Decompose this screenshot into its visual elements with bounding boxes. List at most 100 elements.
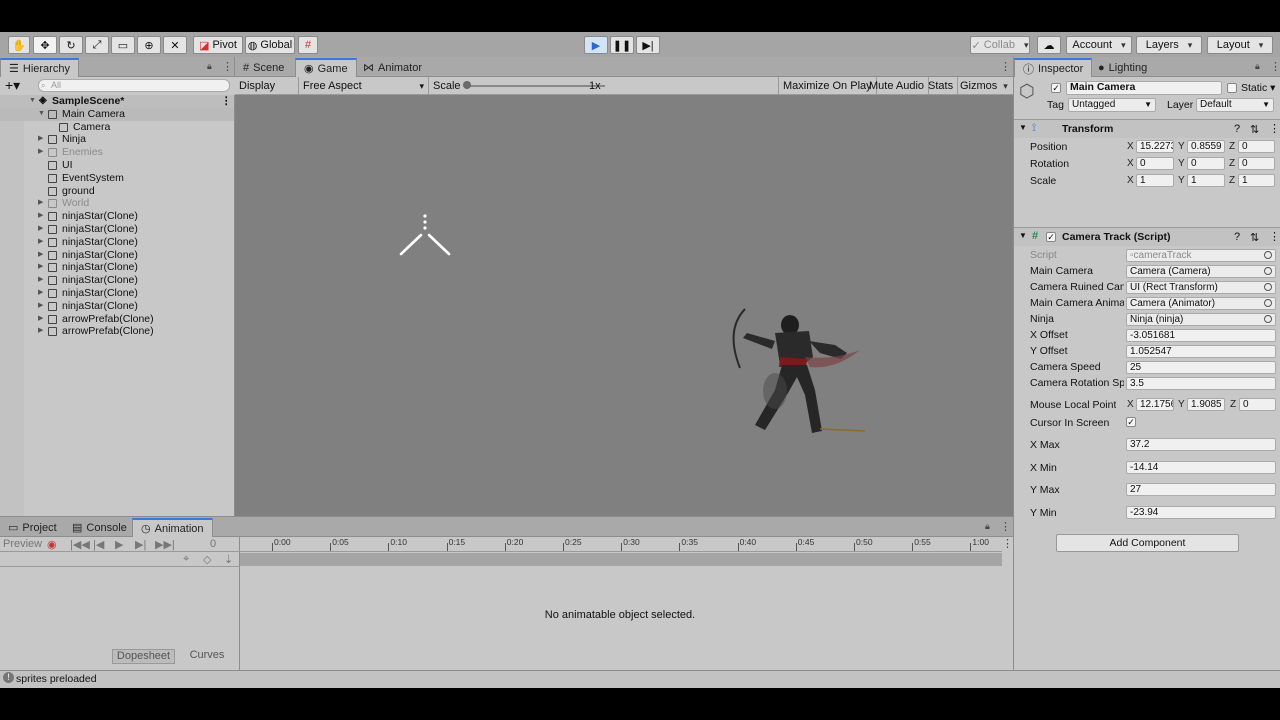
- layout-dropdown[interactable]: Layout: [1207, 36, 1273, 54]
- transform-header[interactable]: ▼ ⟟ Transform ? ⇅ ⋮: [1014, 119, 1280, 138]
- hierarchy-item[interactable]: ▶ Enemies: [0, 146, 234, 159]
- tab-game[interactable]: ◉ Game: [295, 58, 357, 77]
- scale-slider[interactable]: [465, 85, 605, 87]
- expand-arrow-icon[interactable]: ▶: [38, 313, 43, 326]
- transform-x-field[interactable]: 15.2273: [1136, 140, 1174, 153]
- prev-key-icon[interactable]: |◀: [93, 538, 104, 551]
- expand-arrow-icon[interactable]: ▶: [38, 133, 43, 146]
- hierarchy-search-input[interactable]: ⌕ All: [38, 79, 230, 92]
- mouse-y-field[interactable]: 1.9085: [1187, 398, 1225, 411]
- add-event-icon[interactable]: ⇣: [224, 553, 233, 566]
- panel-menu-icon[interactable]: ⋮: [1000, 520, 1011, 533]
- hierarchy-item[interactable]: ▶ ninjaStar(Clone): [0, 249, 234, 262]
- expand-arrow-icon[interactable]: ▶: [38, 287, 43, 300]
- hierarchy-item[interactable]: Camera: [0, 121, 234, 134]
- lock-icon[interactable]: 🔒︎: [985, 521, 990, 532]
- hierarchy-item[interactable]: ▶ ninjaStar(Clone): [0, 261, 234, 274]
- help-icon[interactable]: ?: [1234, 123, 1240, 135]
- script-field-value[interactable]: Camera (Animator): [1126, 297, 1276, 310]
- display-dropdown[interactable]: Display 1: [235, 77, 299, 110]
- timeline-ruler[interactable]: 0:00 0:05 0:10 0:15 0:20 0:25 0:30 0:35 0:40 0:45…: [240, 537, 1002, 552]
- hierarchy-item[interactable]: ground: [0, 185, 234, 198]
- move-tool-icon[interactable]: ✥: [33, 36, 57, 54]
- help-icon[interactable]: ?: [1234, 231, 1240, 243]
- gizmos-dropdown[interactable]: Gizmos: [956, 77, 1013, 95]
- hierarchy-item[interactable]: ▶ ninjaStar(Clone): [0, 287, 234, 300]
- stats-toggle[interactable]: Stats: [924, 77, 959, 95]
- transform-z-field[interactable]: 0: [1238, 157, 1275, 170]
- script-enabled-checkbox[interactable]: ✓: [1046, 232, 1056, 242]
- play-icon[interactable]: ▶: [115, 538, 123, 551]
- curves-tab[interactable]: Curves: [175, 649, 239, 664]
- script-field-value[interactable]: 3.5: [1126, 377, 1276, 390]
- hierarchy-item[interactable]: ▶ ninjaStar(Clone): [0, 223, 234, 236]
- keyframe-icon[interactable]: ⌖: [183, 553, 189, 566]
- dopesheet-tab[interactable]: Dopesheet: [112, 649, 175, 664]
- tab-project[interactable]: ▭ Project: [0, 518, 65, 537]
- scene-row[interactable]: ▼ ◈ SampleScene* ⋮: [0, 95, 234, 108]
- hierarchy-item[interactable]: ▶ World: [0, 197, 234, 210]
- snap-grid-icon[interactable]: #: [298, 36, 318, 54]
- mouse-x-field[interactable]: 12.1756: [1136, 398, 1174, 411]
- custom-tool-icon[interactable]: ✕: [163, 36, 187, 54]
- scene-menu-icon[interactable]: ⋮: [221, 95, 232, 108]
- bound-value-field[interactable]: 27: [1126, 483, 1276, 496]
- account-dropdown[interactable]: Account: [1066, 36, 1132, 54]
- script-field-value[interactable]: Ninja (ninja): [1126, 313, 1276, 326]
- lock-icon[interactable]: 🔒︎: [207, 61, 212, 72]
- object-picker-icon[interactable]: [1264, 267, 1272, 275]
- cursor-in-screen-checkbox[interactable]: ✓: [1126, 417, 1136, 427]
- panel-menu-icon[interactable]: ⋮: [1002, 537, 1013, 550]
- expand-arrow-icon[interactable]: ▼: [38, 108, 45, 121]
- expand-arrow-icon[interactable]: ▶: [38, 249, 43, 262]
- object-picker-icon[interactable]: [1264, 299, 1272, 307]
- layer-dropdown[interactable]: Default ▼: [1196, 98, 1274, 112]
- record-icon[interactable]: ◉: [47, 538, 57, 551]
- last-key-icon[interactable]: ▶▶|: [155, 538, 175, 551]
- script-field-value[interactable]: -3.051681: [1126, 329, 1276, 342]
- expand-arrow-icon[interactable]: ▶: [38, 274, 43, 287]
- hierarchy-item[interactable]: ▶ ninjaStar(Clone): [0, 274, 234, 287]
- tab-animator[interactable]: ⋈ Animator: [355, 58, 430, 77]
- next-key-icon[interactable]: ▶|: [135, 538, 146, 551]
- play-button[interactable]: ▶: [584, 36, 608, 54]
- panel-menu-icon[interactable]: ⋮: [222, 60, 233, 73]
- scale-slider-handle[interactable]: [463, 81, 471, 89]
- bound-value-field[interactable]: -23.94: [1126, 505, 1276, 519]
- transform-y-field[interactable]: 0.8559: [1187, 140, 1225, 153]
- panel-menu-icon[interactable]: ⋮: [1270, 60, 1280, 73]
- expand-arrow-icon[interactable]: ▶: [38, 325, 43, 338]
- foldout-icon[interactable]: ▼: [1019, 231, 1027, 240]
- transform-y-field[interactable]: 0: [1187, 157, 1225, 170]
- add-keyframe-icon[interactable]: ◇: [203, 553, 211, 566]
- camera-track-header[interactable]: ▼ # ✓ Camera Track (Script) ? ⇅ ⋮: [1014, 227, 1280, 246]
- hand-tool-icon[interactable]: ✋: [8, 36, 30, 54]
- cloud-icon[interactable]: ☁: [1037, 36, 1061, 54]
- bound-value-field[interactable]: -14.14: [1126, 460, 1276, 474]
- transform-x-field[interactable]: 0: [1136, 157, 1174, 170]
- transform-tool-icon[interactable]: ⊕: [137, 36, 161, 54]
- static-checkbox[interactable]: [1227, 83, 1237, 93]
- aspect-dropdown[interactable]: Free Aspect ▾: [299, 77, 429, 95]
- rect-tool-icon[interactable]: ▭: [111, 36, 135, 54]
- panel-menu-icon[interactable]: ⋮: [1000, 60, 1011, 73]
- lock-icon[interactable]: 🔒︎: [1255, 61, 1260, 72]
- hierarchy-item[interactable]: ▶ ninjaStar(Clone): [0, 300, 234, 313]
- hierarchy-item[interactable]: ▶ arrowPrefab(Clone): [0, 313, 234, 326]
- layers-dropdown[interactable]: Layers: [1136, 36, 1202, 54]
- scale-tool-icon[interactable]: ⤢: [85, 36, 109, 54]
- transform-x-field[interactable]: 1: [1136, 174, 1174, 187]
- object-name-field[interactable]: Main Camera: [1066, 81, 1222, 95]
- expand-arrow-icon[interactable]: ▶: [38, 210, 43, 223]
- rotate-tool-icon[interactable]: ↻: [59, 36, 83, 54]
- animation-timeline-area[interactable]: 0:00 0:05 0:10 0:15 0:20 0:25 0:30 0:35 0:40 0:45…: [240, 537, 1013, 671]
- script-field-value[interactable]: 25: [1126, 361, 1276, 374]
- script-field-value[interactable]: UI (Rect Transform): [1126, 281, 1276, 294]
- expand-arrow-icon[interactable]: ▶: [38, 261, 43, 274]
- expand-arrow-icon[interactable]: ▶: [38, 236, 43, 249]
- tag-dropdown[interactable]: Untagged ▼: [1068, 98, 1156, 112]
- mute-audio-toggle[interactable]: Mute Audio: [865, 77, 930, 95]
- add-component-button[interactable]: Add Component: [1056, 534, 1239, 552]
- tab-inspector[interactable]: ⓘ Inspector: [1014, 58, 1093, 77]
- step-button[interactable]: ▶|: [636, 36, 660, 54]
